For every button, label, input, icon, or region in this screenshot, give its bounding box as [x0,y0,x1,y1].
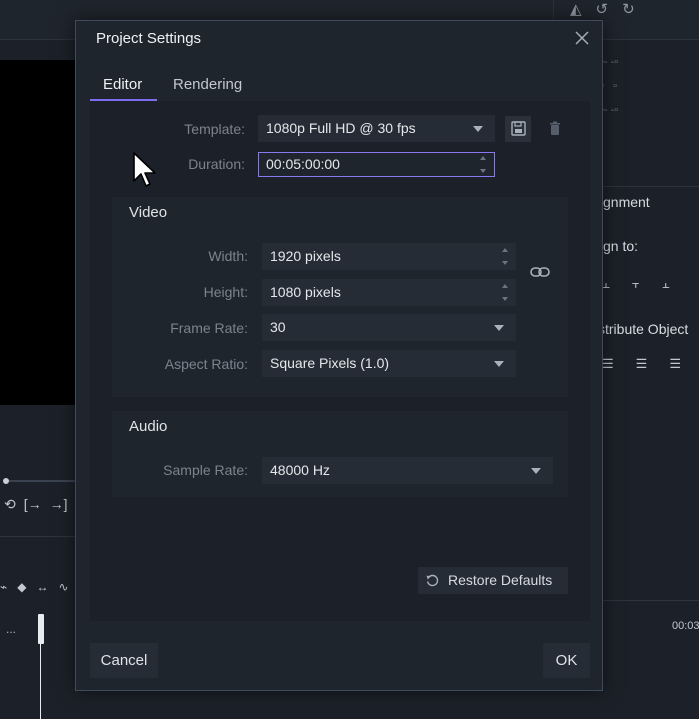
ok-button[interactable]: OK [543,643,590,678]
restore-defaults-button[interactable]: Restore Defaults [418,567,568,594]
template-select[interactable]: 1080p Full HD @ 30 fps [258,115,495,142]
rotate-right-icon[interactable]: ↻ [622,0,635,18]
frame-rate-label: Frame Rate: [170,320,248,336]
template-value: 1080p Full HD @ 30 fps [266,120,416,136]
curve-icon[interactable]: ∿ [58,580,68,594]
distribute-middle-icon[interactable]: ☰ [636,356,648,372]
dialog-title: Project Settings [96,30,202,47]
aspect-ratio-value: Square Pixels (1.0) [270,355,390,371]
tab-editor[interactable]: Editor [103,76,142,93]
width-value: 1920 pixels [270,248,341,264]
frame-rate-value: 30 [270,319,286,335]
restore-defaults-label: Restore Defaults [448,572,553,588]
chevron-down-icon [494,325,504,331]
project-settings-dialog: Project Settings Editor Rendering Templa… [75,20,603,691]
split-icon[interactable]: ⌁ [0,580,7,594]
timeline-ruler [603,600,699,601]
align-to-label: gn to: [603,238,639,254]
spinner-arrows-icon[interactable] [502,248,510,265]
flip-icon[interactable]: ◭ [570,0,582,18]
distribute-heading: stribute Object [598,321,689,337]
loop-icon[interactable]: ⟲ [4,496,16,513]
video-preview [0,60,76,405]
right-panel-section [603,186,699,436]
playhead-line [40,640,41,719]
rotate-left-icon[interactable]: ↺ [596,0,609,18]
duration-input[interactable]: 00:05:00:00 [258,152,495,177]
panel-divider [0,536,76,537]
mark-in-icon[interactable]: [→ [24,496,42,513]
delete-template-button[interactable] [542,116,568,142]
close-icon [575,31,589,45]
save-template-button[interactable] [505,116,531,142]
audio-section-title: Audio [129,418,168,435]
preview-scrubber[interactable] [0,478,76,484]
timeline-toolbar: ⌁ ◆ ↔ ∿ [0,580,69,594]
align-left-icon[interactable]: ⫠ [602,276,610,292]
height-label: Height: [203,284,248,300]
width-input[interactable]: 1920 pixels [262,243,516,270]
sample-rate-value: 48000 Hz [270,462,330,478]
restore-icon [426,574,439,587]
distribute-top-icon[interactable]: ☰ [602,356,614,372]
aspect-ratio-select[interactable]: Square Pixels (1.0) [262,350,516,377]
align-right-icon[interactable]: ⫠ [662,276,670,292]
mouse-cursor-icon [133,152,156,187]
spinner-arrows-icon[interactable] [502,284,510,301]
frame-rate-select[interactable]: 30 [262,314,516,341]
align-center-icon[interactable]: ⫟ [632,276,640,292]
tag-icon[interactable]: ◆ [17,580,26,594]
save-icon [511,121,526,136]
width-label: Width: [208,248,248,264]
close-button[interactable] [573,29,591,47]
tab-rendering[interactable]: Rendering [173,76,242,93]
sample-rate-select[interactable]: 48000 Hz [262,457,553,484]
timeline-timecode: 00:03 [672,620,699,632]
playhead-handle[interactable] [38,614,44,644]
audio-section [112,411,568,497]
video-section-title: Video [129,204,168,221]
duration-value: 00:05:00:00 [266,156,340,172]
chevron-down-icon [531,468,541,474]
link-aspect-button[interactable] [529,264,551,280]
height-input[interactable]: 1080 pixels [262,279,516,306]
trash-icon [550,121,560,135]
alignment-heading: gnment [603,194,650,210]
spinner-arrows-icon[interactable] [480,156,488,173]
template-label: Template: [184,121,245,137]
align-buttons-row: ⫠ ⫟ ⫠ [602,276,670,292]
playback-controls: ⟲ [→ →] [4,496,68,513]
distribute-bottom-icon[interactable]: ☰ [669,356,681,372]
cancel-button[interactable]: Cancel [90,643,158,678]
sample-rate-label: Sample Rate: [163,462,248,478]
chevron-down-icon [473,126,483,132]
mark-out-icon[interactable]: →] [50,496,68,513]
timeline-dots: ... [6,622,17,636]
scrubber-knob[interactable] [3,478,9,484]
fit-icon[interactable]: ↔ [36,580,48,594]
aspect-ratio-label: Aspect Ratio: [164,356,248,372]
chevron-down-icon [494,361,504,367]
right-panel-toolbar: ◭ ↺ ↻ [570,0,635,18]
scrubber-track [6,480,76,482]
link-icon [530,267,550,277]
distribute-buttons-row: ☰ ☰ ☰ [602,356,681,372]
height-value: 1080 pixels [270,284,341,300]
